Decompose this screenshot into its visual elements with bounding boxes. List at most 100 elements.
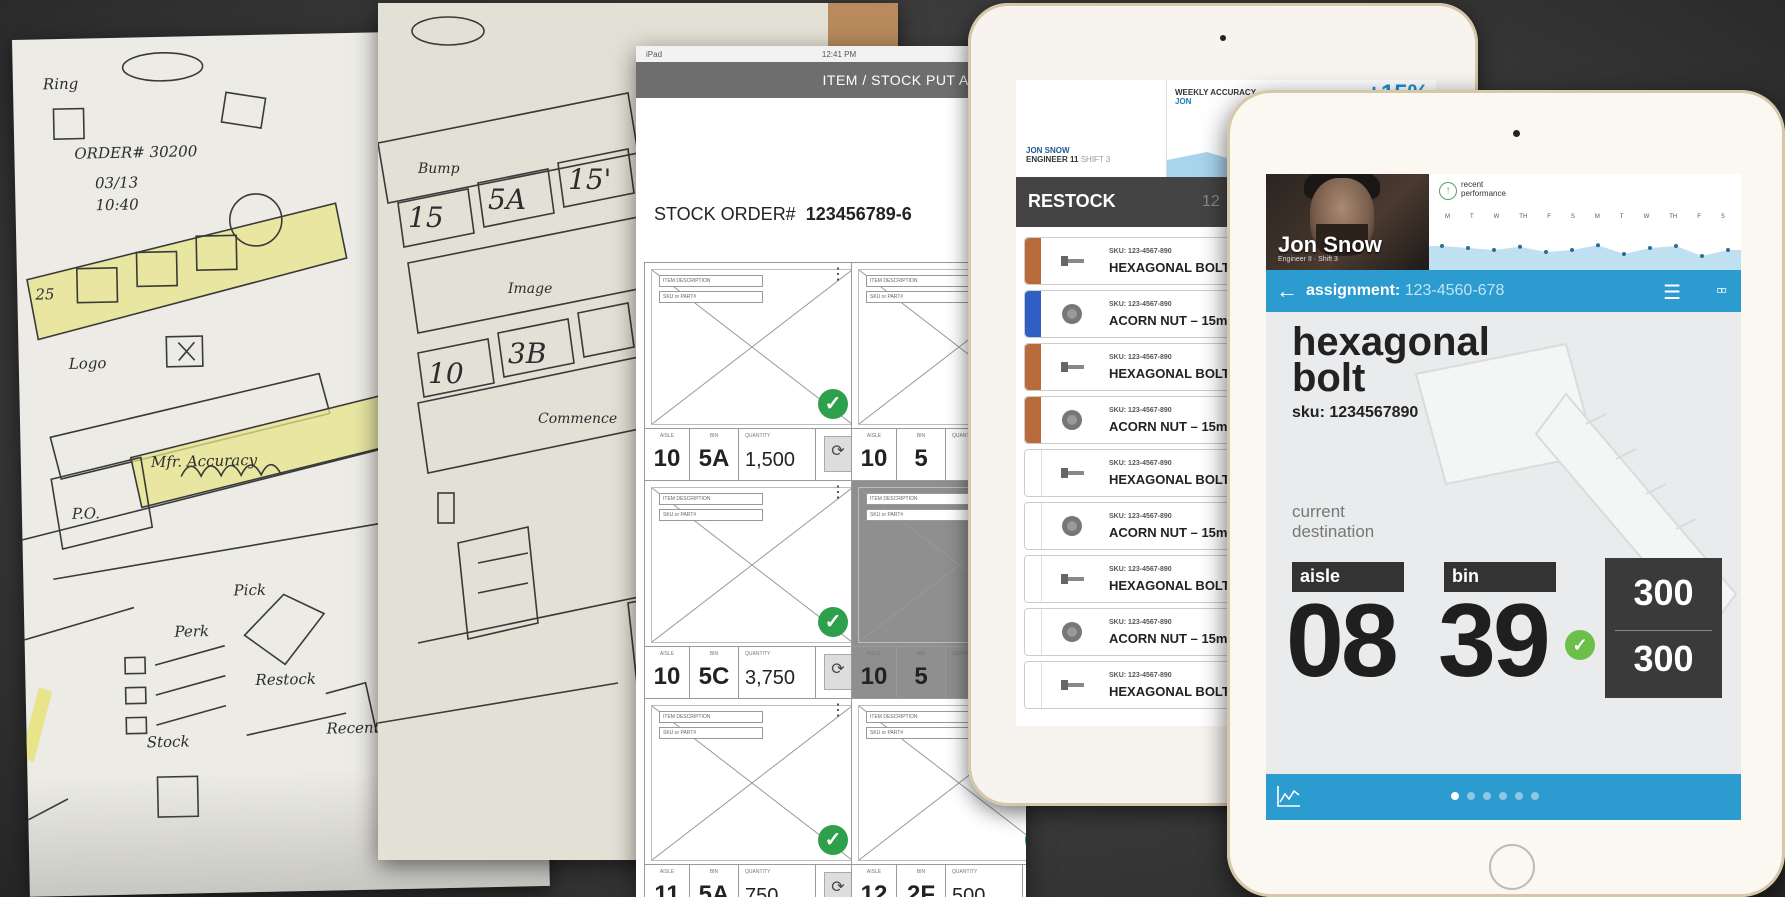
section-number: 12: [1202, 193, 1220, 210]
page-dot[interactable]: [1451, 792, 1459, 800]
item-name: hexagonal bolt: [1292, 322, 1490, 398]
bin-value: 5C: [698, 663, 730, 690]
sketch-note: Pick: [232, 581, 266, 600]
assignment-tablet: Jon Snow Engineer II · Shift 3 ↑ recent p…: [1227, 90, 1785, 897]
user-role: ENGINEER 11: [1026, 155, 1079, 164]
item-sku-tag: SKU or PART#: [659, 291, 763, 303]
destination-line-1: current: [1292, 502, 1345, 521]
sketch-note: 5A: [488, 183, 526, 216]
aisle-value: 10: [860, 663, 888, 690]
refresh-icon[interactable]: ⟳: [824, 436, 852, 472]
page-dot[interactable]: [1531, 792, 1539, 800]
camera-dot: [1513, 130, 1520, 137]
sketch-note: Stock: [147, 732, 190, 751]
color-strip: [1025, 556, 1042, 602]
nut-icon: [1062, 516, 1082, 536]
quantity-panel[interactable]: 300 300: [1605, 558, 1722, 698]
current-destination-label: current destination: [1292, 502, 1374, 542]
camera-dot: [1220, 35, 1226, 41]
sketch-note: 10: [428, 357, 464, 390]
item-description-tag: ITEM DESCRIPTION: [866, 711, 970, 723]
bin-value: 39: [1438, 583, 1551, 699]
bin-label: BIN: [916, 869, 926, 875]
home-button[interactable]: [1489, 844, 1535, 890]
aisle-value: 12: [860, 881, 888, 897]
sketch-note: Ring: [42, 75, 79, 94]
sketch-note: P.O.: [71, 504, 100, 523]
bolt-icon: [1061, 680, 1084, 690]
nut-icon: [1062, 410, 1082, 430]
aisle-value: 11: [654, 881, 680, 897]
bin-value: 5A: [698, 445, 730, 472]
aisle-label: AISLE: [659, 433, 675, 439]
bolt-icon: [1061, 574, 1084, 584]
bolt-icon: [1061, 362, 1084, 372]
sketch-note: 3B: [508, 337, 546, 370]
nut-icon: [1062, 304, 1082, 324]
item-description-tag: ITEM DESCRIPTION: [659, 275, 763, 287]
row-name: ACORN NUT – 15m: [1109, 525, 1228, 540]
stock-card[interactable]: ITEM DESCRIPTION SKU or PART# ⋮ ✓ AISLE 10 BIN…: [644, 480, 859, 700]
page-dot[interactable]: [1483, 792, 1491, 800]
section-title: RESTOCK: [1028, 191, 1116, 211]
stock-order-number: 123456789-6: [805, 204, 912, 224]
refresh-icon[interactable]: ⟳: [824, 654, 852, 690]
row-name: ACORN NUT – 15m: [1109, 631, 1228, 646]
page-dot[interactable]: [1467, 792, 1475, 800]
bin-label: BIN: [709, 869, 719, 875]
user-shift: SHIFT 3: [1080, 155, 1111, 164]
bin-label: BIN: [916, 433, 926, 439]
row-sku: SKU: 123-4567-890: [1109, 513, 1172, 520]
row-name: HEXAGONAL BOLT: [1109, 260, 1230, 275]
item-sku: sku: 1234567890: [1292, 404, 1419, 421]
status-device: iPad: [646, 49, 663, 59]
more-options-icon[interactable]: ⋮: [830, 485, 846, 501]
sketch-note: Bump: [417, 161, 460, 177]
stock-card[interactable]: ITEM DESCRIPTION SKU or PART# ⋮ ✓ AISLE 10 BIN…: [644, 262, 859, 482]
item-description-tag: ITEM DESCRIPTION: [659, 711, 763, 723]
bolt-icon: [1061, 468, 1084, 478]
stock-card[interactable]: ITEM DESCRIPTION SKU or PART# ⋮ ✓ AISLE 11 BIN…: [644, 698, 859, 897]
item-sku-tag: SKU or PART#: [866, 291, 970, 303]
more-options-icon[interactable]: ⋮: [830, 267, 846, 283]
bin-label: BIN: [709, 433, 719, 439]
sketch-note: Image: [507, 281, 552, 297]
check-icon: ✓: [818, 825, 848, 855]
aisle-label: AISLE: [866, 869, 882, 875]
footer-bar: [1266, 774, 1741, 820]
color-strip: [1025, 503, 1042, 549]
row-sku: SKU: 123-4567-890: [1109, 301, 1172, 308]
row-sku: SKU: 123-4567-890: [1109, 248, 1172, 255]
row-sku: SKU: 123-4567-890: [1109, 672, 1172, 679]
quantity-label: QUANTITY: [745, 869, 771, 875]
sketch-note: 25: [34, 285, 54, 303]
row-name: HEXAGONAL BOLT: [1109, 578, 1230, 593]
item-sku-tag: SKU or PART#: [866, 727, 970, 739]
page-dot[interactable]: [1515, 792, 1523, 800]
card-footer: AISLE 11 BIN 5A QUANTITY 750 ⟳: [645, 864, 858, 897]
card-footer: AISLE 10 BIN 5C QUANTITY 3,750 ⟳: [645, 646, 858, 699]
check-icon: ✓: [818, 607, 848, 637]
page-dot[interactable]: [1499, 792, 1507, 800]
assignment-screen: Jon Snow Engineer II · Shift 3 ↑ recent p…: [1266, 174, 1741, 820]
bin-label: BIN: [916, 651, 926, 657]
row-name: ACORN NUT – 15m: [1109, 419, 1228, 434]
bin-value: 5A: [698, 881, 730, 897]
refresh-icon[interactable]: ⟳: [824, 872, 852, 897]
more-options-icon[interactable]: ⋮: [830, 703, 846, 719]
status-time: 12:41 PM: [821, 49, 857, 59]
card-footer: AISLE12BIN2FQUANTITY500⟳: [852, 864, 1026, 897]
item-sku-tag: SKU or PART#: [659, 509, 763, 521]
quantity-label: QUANTITY: [745, 433, 771, 439]
sketch-note: 10:40: [95, 195, 139, 214]
line-chart-icon[interactable]: [1276, 784, 1302, 808]
aisle-label: AISLE: [659, 869, 675, 875]
row-sku: SKU: 123-4567-890: [1109, 619, 1172, 626]
quantity-value: 750: [745, 885, 779, 897]
card-footer: AISLE 10 BIN 5A QUANTITY 1,500 ⟳: [645, 428, 858, 481]
row-name: HEXAGONAL BOLT: [1109, 684, 1230, 699]
aisle-label: AISLE: [659, 651, 675, 657]
item-description-tag: ITEM DESCRIPTION: [866, 275, 970, 287]
page-indicator[interactable]: [1451, 792, 1539, 800]
sketch-note: Mfr. Accuracy: [150, 451, 258, 471]
